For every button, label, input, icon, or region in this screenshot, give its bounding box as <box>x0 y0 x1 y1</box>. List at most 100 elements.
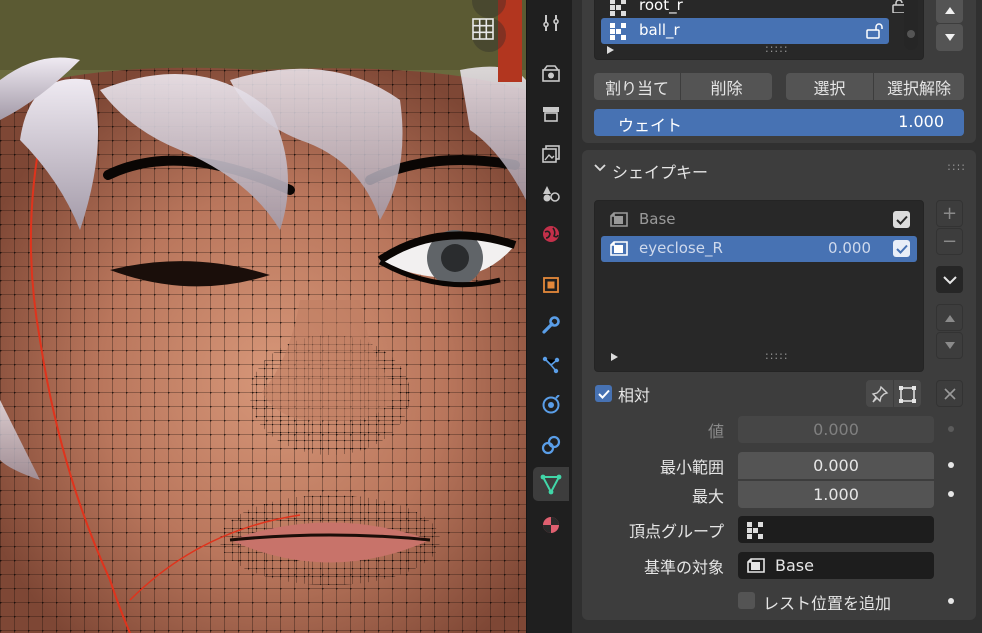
resize-grip-icon[interactable]: ::::: <box>765 349 789 362</box>
panel-drag-grip-icon[interactable]: :::: <box>947 160 966 173</box>
checkmark-icon <box>895 244 908 254</box>
move-down-button[interactable] <box>936 332 963 359</box>
range-min-field[interactable]: 0.000 <box>738 452 934 479</box>
move-up-button[interactable] <box>936 304 963 331</box>
add-rest-position-checkbox[interactable] <box>738 592 755 609</box>
tab-modifier[interactable] <box>533 308 569 342</box>
shape-key-value[interactable]: 0.000 <box>828 239 871 257</box>
tab-data[interactable] <box>533 467 569 501</box>
range-max-label: 最大 <box>691 487 724 506</box>
value-label: 値 <box>707 422 724 441</box>
tab-output[interactable] <box>533 97 569 131</box>
vertex-group-row[interactable]: ball_r <box>601 18 889 44</box>
vertex-group-icon <box>610 0 626 16</box>
data-icon <box>540 474 562 495</box>
tab-tool[interactable] <box>533 6 569 40</box>
view-layer-icon <box>542 145 560 163</box>
tab-render[interactable] <box>533 57 569 91</box>
viewport-render <box>0 0 526 633</box>
tab-world[interactable] <box>533 217 569 251</box>
tool-icon <box>543 15 559 31</box>
range-max-field[interactable]: 1.000 <box>738 481 934 508</box>
remove-button[interactable]: 削除 <box>681 73 772 100</box>
vertex-group-list[interactable]: root_r ball_r ::::: <box>594 0 924 60</box>
relative-checkbox[interactable] <box>595 385 612 402</box>
modifier-icon <box>542 316 560 334</box>
checkmark-icon <box>895 215 908 225</box>
relative-label: 相対 <box>618 386 651 405</box>
tab-material[interactable] <box>533 508 569 542</box>
relative-to-value: Base <box>775 556 814 575</box>
resize-grip-icon[interactable]: ::::: <box>765 42 789 55</box>
expand-triangle-icon[interactable] <box>607 46 614 54</box>
shape-key-row[interactable]: eyeclose_R 0.000 <box>601 236 917 262</box>
tab-view-layer[interactable] <box>533 137 569 171</box>
triangle-down-icon <box>944 33 955 41</box>
edit-mode-icon <box>898 385 916 403</box>
tab-scene[interactable] <box>533 177 569 211</box>
shape-lock-button[interactable] <box>866 380 893 407</box>
shape-key-row[interactable]: Base <box>601 207 917 233</box>
scene-icon <box>543 186 560 202</box>
keyframe-dot-icon[interactable] <box>948 426 954 432</box>
select-button[interactable]: 選択 <box>786 73 873 100</box>
add-rest-position-label: レスト位置を追加 <box>763 594 892 613</box>
weight-label: ウェイト <box>618 116 683 135</box>
deselect-button[interactable]: 選択解除 <box>874 73 964 100</box>
keyframe-dot-icon[interactable] <box>948 462 954 468</box>
edit-mode-button[interactable] <box>894 380 921 407</box>
tab-particles[interactable] <box>533 348 569 382</box>
tab-physics[interactable] <box>533 388 569 422</box>
object-icon <box>543 277 559 293</box>
move-down-button[interactable] <box>936 24 963 51</box>
checkmark-icon <box>597 389 610 399</box>
shape-key-icon <box>747 557 765 573</box>
panel-title: シェイプキー <box>612 163 709 182</box>
assign-button[interactable]: 割り当て <box>594 73 680 100</box>
vertex-group-label: 頂点グループ <box>628 522 724 541</box>
shape-key-mute-checkbox[interactable] <box>893 211 910 228</box>
world-icon <box>543 226 559 242</box>
tab-constraints[interactable] <box>533 428 569 462</box>
clear-shape-keys-button[interactable] <box>936 380 963 407</box>
triangle-up-icon <box>944 6 955 14</box>
weight-value: 1.000 <box>898 112 944 131</box>
shape-key-icon <box>610 212 628 227</box>
shape-key-specials-button[interactable] <box>936 266 963 293</box>
chevron-down-icon <box>942 275 957 284</box>
triangle-down-icon <box>944 341 955 349</box>
vertex-group-row[interactable]: root_r <box>601 0 917 19</box>
tab-object[interactable] <box>533 268 569 302</box>
shape-keys-header[interactable]: シェイプキー :::: <box>582 150 976 188</box>
vertex-group-icon <box>610 23 626 40</box>
weight-slider[interactable]: ウェイト 1.000 <box>594 109 964 136</box>
chevron-down-icon <box>594 164 606 172</box>
shape-key-mute-checkbox[interactable] <box>893 240 910 257</box>
grid-view-icon[interactable] <box>472 18 506 52</box>
properties-editor: root_r ball_r ::::: 割り当て 削除 選択 選択解除 ウェイト… <box>572 0 982 633</box>
vertex-group-icon <box>747 521 763 539</box>
material-icon <box>543 517 559 533</box>
triangle-up-icon <box>944 314 955 322</box>
remove-shape-key-button[interactable]: − <box>936 228 963 255</box>
value-field[interactable]: 0.000 <box>738 416 934 443</box>
unlock-icon[interactable] <box>865 23 885 39</box>
physics-icon <box>542 395 560 414</box>
expand-triangle-icon[interactable] <box>611 353 618 361</box>
add-shape-key-button[interactable]: + <box>936 200 963 227</box>
list-scrollbar[interactable] <box>904 0 918 50</box>
keyframe-dot-icon[interactable] <box>948 598 954 604</box>
keyframe-dot-icon[interactable] <box>948 491 954 497</box>
pin-icon <box>871 385 888 402</box>
vertex-group-name: ball_r <box>639 21 680 39</box>
shape-key-name: Base <box>639 210 676 228</box>
move-up-button[interactable] <box>936 0 963 23</box>
close-icon <box>943 387 956 400</box>
properties-tab-bar <box>526 0 572 633</box>
3d-viewport[interactable] <box>0 0 526 633</box>
vertex-group-field[interactable] <box>738 516 934 543</box>
constraints-icon <box>541 435 561 455</box>
relative-to-field[interactable]: Base <box>738 552 934 579</box>
shape-key-list[interactable]: Base eyeclose_R 0.000 ::::: <box>594 200 924 372</box>
render-icon <box>542 65 560 82</box>
